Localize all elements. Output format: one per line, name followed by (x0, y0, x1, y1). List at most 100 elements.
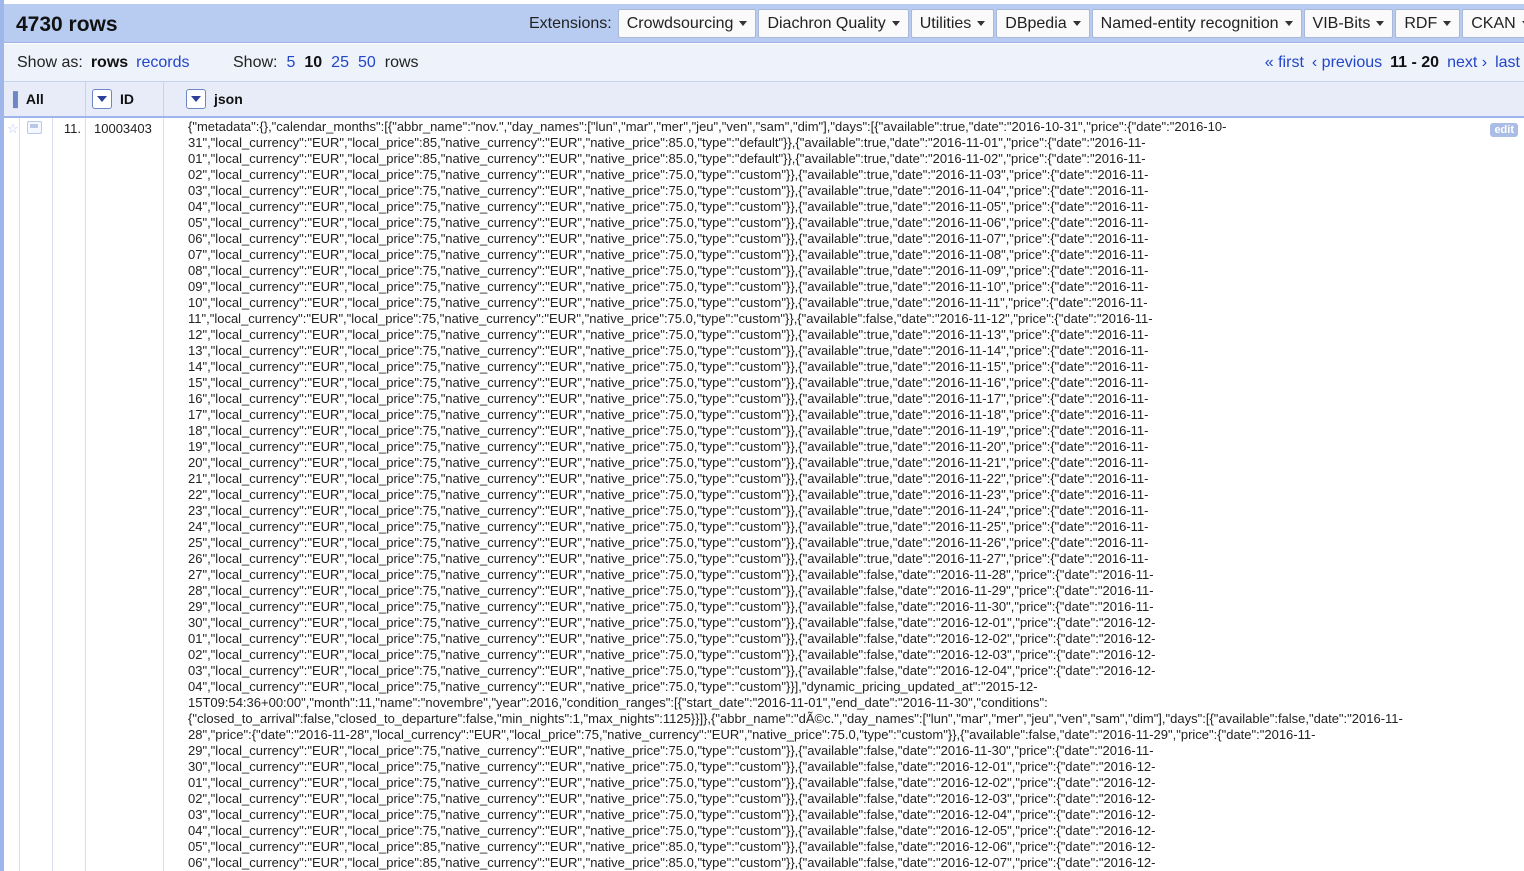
page-size-5-link[interactable]: 5 (286, 54, 295, 72)
json-line: 19","local_currency":"EUR","local_price"… (188, 439, 1149, 454)
row-count-title: 4730 rows (16, 13, 118, 36)
json-line: 10","local_currency":"EUR","local_price"… (188, 295, 1148, 310)
json-line: 23","local_currency":"EUR","local_price"… (188, 503, 1149, 518)
extension-diachron-quality-button[interactable]: Diachron Quality (758, 9, 909, 38)
row-id-cell[interactable]: 10003403 (86, 118, 164, 871)
pager-previous-link[interactable]: ‹ previous (1312, 54, 1382, 72)
json-line: 22","local_currency":"EUR","local_price"… (188, 487, 1149, 502)
column-menu-dropdown-icon[interactable] (186, 89, 206, 109)
json-line: 03","local_currency":"EUR","local_price"… (188, 663, 1156, 678)
column-menu-dropdown-icon[interactable] (92, 89, 112, 109)
page-size-10-selected: 10 (304, 54, 323, 71)
json-line: 03","local_currency":"EUR","local_price"… (188, 807, 1156, 822)
view-controls: Show as: rows records Show: 5 10 25 50 r… (4, 44, 1524, 82)
caret-down-icon (1443, 21, 1452, 26)
extension-ner-button[interactable]: Named-entity recognition (1091, 9, 1302, 38)
json-line: 27","local_currency":"EUR","local_price"… (188, 567, 1154, 582)
page-size-25-link[interactable]: 25 (331, 54, 349, 72)
mode-records-link[interactable]: records (136, 54, 189, 72)
star-cell: ☆ (4, 118, 20, 871)
json-line: 02","local_currency":"EUR","local_price"… (188, 647, 1156, 662)
edit-button[interactable]: edit (1490, 123, 1518, 137)
extensions-bar: Extensions: Crowdsourcing Diachron Quali… (529, 9, 1524, 38)
json-line: 04","local_currency":"EUR","local_price"… (188, 199, 1149, 214)
json-line: 26","local_currency":"EUR","local_price"… (188, 551, 1149, 566)
json-line: 16","local_currency":"EUR","local_price"… (188, 391, 1149, 406)
json-line: 15T09:54:36+00:00","month":11,"name":"no… (188, 695, 1048, 710)
flag-icon[interactable] (27, 121, 42, 134)
pager-range: 11 - 20 (1390, 54, 1440, 71)
json-line: 04","local_currency":"EUR","local_price"… (188, 823, 1156, 838)
column-header-row: ▐ All ID json (4, 82, 1524, 118)
json-line: 01","local_currency":"EUR","local_price"… (188, 631, 1156, 646)
show-label: Show: (233, 54, 278, 71)
json-line: 12","local_currency":"EUR","local_price"… (188, 327, 1149, 342)
extension-vib-bits-button[interactable]: VIB-Bits (1303, 9, 1394, 38)
json-line: 18","local_currency":"EUR","local_price"… (188, 423, 1149, 438)
column-json-label: json (214, 91, 243, 107)
top-header: 4730 rows Extensions: Crowdsourcing Diac… (4, 4, 1524, 43)
json-line: 24","local_currency":"EUR","local_price"… (188, 519, 1149, 534)
table-row: ☆ 11. 10003403 {"metadata":{},"calendar_… (4, 118, 1524, 871)
json-line: 02","local_currency":"EUR","local_price"… (188, 791, 1156, 806)
json-line: 30","local_currency":"EUR","local_price"… (188, 615, 1156, 630)
json-line: {"closed_to_arrival":false,"closed_to_de… (188, 711, 1403, 726)
json-line: 30","local_currency":"EUR","local_price"… (188, 759, 1156, 774)
json-line: 29","local_currency":"EUR","local_price"… (188, 743, 1154, 758)
caret-down-icon (891, 21, 900, 26)
json-line: 01","local_currency":"EUR","local_price"… (188, 775, 1156, 790)
json-line: 21","local_currency":"EUR","local_price"… (188, 471, 1149, 486)
json-line: 28","local_currency":"EUR","local_price"… (188, 583, 1154, 598)
caret-down-icon (1284, 21, 1293, 26)
json-line: 14","local_currency":"EUR","local_price"… (188, 359, 1149, 374)
json-line: {"metadata":{},"calendar_months":[{"abbr… (188, 119, 1227, 134)
extension-label: Crowdsourcing (626, 14, 734, 32)
extension-crowdsourcing-button[interactable]: Crowdsourcing (617, 9, 757, 38)
extension-rdf-button[interactable]: RDF (1395, 9, 1461, 38)
json-line: 29","local_currency":"EUR","local_price"… (188, 599, 1154, 614)
json-cell[interactable]: {"metadata":{},"calendar_months":[{"abbr… (164, 118, 1524, 871)
json-line: 03","local_currency":"EUR","local_price"… (188, 183, 1149, 198)
show-as-group: Show as: rows records (17, 54, 190, 72)
star-icon[interactable]: ☆ (7, 121, 19, 137)
extension-label: VIB-Bits (1312, 14, 1371, 32)
extension-utilities-button[interactable]: Utilities (910, 9, 995, 38)
extension-dbpedia-button[interactable]: DBpedia (996, 9, 1090, 38)
json-line: 13","local_currency":"EUR","local_price"… (188, 343, 1149, 358)
extension-label: Named-entity recognition (1100, 14, 1279, 32)
show-as-label: Show as: (17, 54, 83, 71)
column-json: json (164, 82, 1524, 116)
extension-ckan-button[interactable]: CKAN (1462, 9, 1524, 38)
column-all[interactable]: ▐ All (4, 82, 86, 116)
mode-rows-selected: rows (90, 54, 129, 71)
json-line: 06","local_currency":"EUR","local_price"… (188, 231, 1149, 246)
json-line: 25","local_currency":"EUR","local_price"… (188, 535, 1149, 550)
column-all-label: All (25, 91, 44, 107)
page-size-50-link[interactable]: 50 (358, 54, 376, 72)
json-line: 28","price":{"date":"2016-11-28","local_… (188, 727, 1316, 742)
extensions-label: Extensions: (529, 14, 612, 32)
json-line: 08","local_currency":"EUR","local_price"… (188, 263, 1149, 278)
extension-label: Diachron Quality (767, 14, 886, 32)
pager-last-link[interactable]: last (1495, 54, 1520, 72)
caret-down-icon (1072, 21, 1081, 26)
column-id-label: ID (120, 91, 134, 107)
row-index: 11. (53, 118, 86, 871)
json-line: 04","local_currency":"EUR","local_price"… (188, 679, 1038, 694)
extension-label: Utilities (919, 14, 972, 32)
page-size-group: Show: 5 10 25 50 rows (233, 54, 419, 72)
rows-word: rows (384, 54, 419, 71)
pager-next-link[interactable]: next › (1447, 54, 1487, 72)
json-line: 07","local_currency":"EUR","local_price"… (188, 247, 1149, 262)
caret-down-icon (977, 21, 986, 26)
pager: « first ‹ previous 11 - 20 next › last (1265, 54, 1520, 72)
column-id: ID (86, 82, 164, 116)
json-line: 20","local_currency":"EUR","local_price"… (188, 455, 1149, 470)
json-cell-text: {"metadata":{},"calendar_months":[{"abbr… (188, 119, 1523, 871)
extension-label: CKAN (1471, 14, 1516, 32)
pager-first-link[interactable]: « first (1265, 54, 1304, 72)
json-line: 05","local_currency":"EUR","local_price"… (188, 215, 1149, 230)
all-menu-icon[interactable]: ▐ (8, 91, 18, 107)
json-line: 01","local_currency":"EUR","local_price"… (188, 151, 1146, 166)
json-line: 31","local_currency":"EUR","local_price"… (188, 135, 1146, 150)
